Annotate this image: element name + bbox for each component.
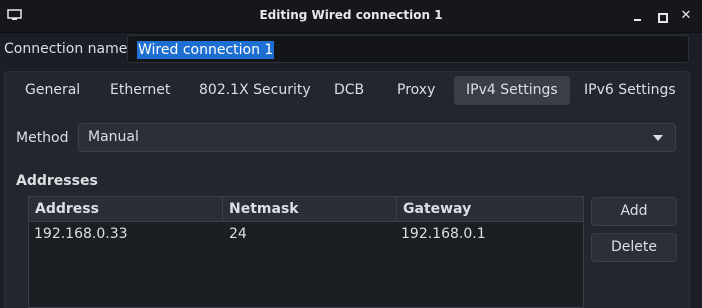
tab-dcb[interactable]: DCB (334, 72, 364, 109)
address-cell[interactable]: 192.168.0.33 (34, 226, 128, 242)
connection-name-input[interactable]: Wired connection 1 (127, 35, 689, 63)
tab-bar: General Ethernet 802.1X Security DCB Pro… (4, 71, 690, 109)
addresses-heading: Addresses (16, 173, 98, 189)
column-header-netmask[interactable]: Netmask (223, 197, 397, 221)
close-icon[interactable]: ✕ (678, 8, 694, 24)
delete-button[interactable]: Delete (591, 233, 677, 262)
method-label: Method (16, 130, 69, 146)
tab-proxy[interactable]: Proxy (397, 72, 435, 109)
window-title: Editing Wired connection 1 (259, 8, 443, 22)
table-row[interactable]: 192.168.0.33 24 192.168.0.1 (29, 222, 583, 248)
method-value: Manual (88, 129, 139, 145)
addresses-table[interactable]: Address Netmask Gateway 192.168.0.33 24 … (28, 196, 584, 308)
maximize-icon[interactable] (654, 8, 670, 24)
tab-ipv4-settings[interactable]: IPv4 Settings (454, 76, 570, 105)
tab-8021x-security[interactable]: 802.1X Security (199, 72, 311, 109)
tab-ethernet[interactable]: Ethernet (110, 72, 170, 109)
column-header-address[interactable]: Address (29, 197, 223, 221)
minimize-icon[interactable] (630, 8, 646, 24)
tab-general[interactable]: General (25, 72, 80, 109)
tab-ipv6-settings[interactable]: IPv6 Settings (584, 72, 676, 109)
netmask-cell[interactable]: 24 (229, 226, 247, 242)
chevron-down-icon (653, 135, 663, 141)
method-dropdown[interactable]: Manual (78, 123, 676, 152)
connection-name-value[interactable]: Wired connection 1 (137, 41, 275, 59)
gateway-cell[interactable]: 192.168.0.1 (401, 226, 486, 242)
connection-name-label: Connection name (4, 41, 128, 57)
table-header: Address Netmask Gateway (29, 197, 583, 222)
add-button[interactable]: Add (591, 197, 677, 226)
title-bar: Editing Wired connection 1 ✕ (0, 0, 702, 33)
column-header-gateway[interactable]: Gateway (397, 197, 583, 221)
